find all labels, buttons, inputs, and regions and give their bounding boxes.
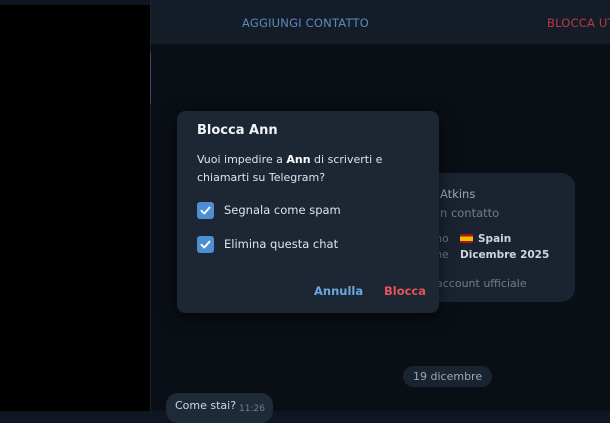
message-bubble[interactable]: Come stai? 11:26 bbox=[166, 393, 273, 423]
message-text: Come stai? bbox=[175, 399, 237, 412]
report-spam-checkbox[interactable] bbox=[197, 202, 214, 219]
block-user-button[interactable]: BLOCCA UTE bbox=[547, 16, 610, 30]
info-row-value: Spain bbox=[478, 233, 512, 245]
block-button[interactable]: Blocca bbox=[384, 284, 426, 298]
dialog-title: Blocca Ann bbox=[197, 123, 278, 138]
info-row-value: Dicembre 2025 bbox=[460, 249, 550, 261]
delete-chat-checkbox[interactable] bbox=[197, 236, 214, 253]
chat-action-bar: AGGIUNGI CONTATTO BLOCCA UTE bbox=[151, 0, 610, 45]
dialog-message-name: Ann bbox=[286, 153, 311, 166]
report-spam-label[interactable]: Segnala come spam bbox=[224, 203, 341, 217]
message-time: 11:26 bbox=[239, 404, 265, 414]
contact-name: Atkins bbox=[440, 187, 476, 201]
chat-list-pane bbox=[0, 0, 150, 411]
official-account-note: account ufficiale bbox=[436, 277, 527, 290]
contact-subtitle: n contatto bbox=[440, 206, 500, 220]
add-contact-button[interactable]: AGGIUNGI CONTATTO bbox=[242, 16, 369, 30]
delete-chat-label[interactable]: Elimina questa chat bbox=[224, 237, 338, 251]
left-pane-top-strip bbox=[0, 0, 150, 5]
dialog-message: Vuoi impedire a Ann di scriverti e chiam… bbox=[197, 151, 425, 187]
date-separator: 19 dicembre bbox=[403, 366, 493, 387]
block-user-dialog: Blocca Ann Vuoi impedire a Ann di scrive… bbox=[177, 111, 439, 313]
dialog-message-prefix: Vuoi impedire a bbox=[197, 153, 287, 166]
checkmark-icon bbox=[200, 240, 211, 249]
cancel-button[interactable]: Annulla bbox=[314, 284, 363, 298]
checkmark-icon bbox=[200, 206, 211, 215]
spain-flag-icon bbox=[460, 234, 473, 243]
